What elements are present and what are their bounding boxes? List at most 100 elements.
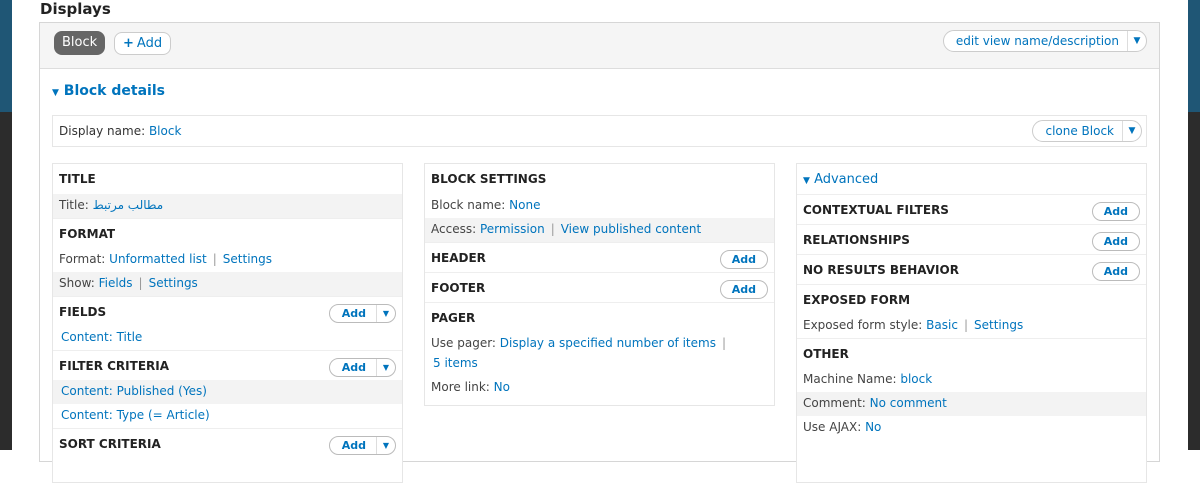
show-settings-link[interactable]: Settings — [149, 276, 198, 290]
section-fields: FIELDS Add ▼ — [53, 296, 402, 326]
field-item: Content: Title — [53, 326, 402, 350]
ajax-link[interactable]: No — [865, 420, 881, 434]
section-other: OTHER — [797, 338, 1146, 368]
fields-add-dropbutton[interactable]: Add ▼ — [328, 304, 396, 323]
section-relationships: RELATIONSHIPS Add — [797, 224, 1146, 254]
exposed-form-label: Exposed form style: — [803, 318, 923, 332]
caret-down-icon: ▼ — [52, 88, 59, 98]
column-block-settings: BLOCK SETTINGS Block name: None Access: … — [424, 163, 775, 406]
caret-down-icon: ▼ — [803, 176, 810, 186]
display-tabs-bar: Block + Add edit view name/description ▼ — [40, 23, 1159, 69]
filter-add-button[interactable]: Add — [330, 359, 377, 376]
displays-title: Displays — [40, 0, 111, 18]
block-name-row: Block name: None — [425, 194, 774, 218]
filter-add-dropbutton[interactable]: Add ▼ — [328, 358, 396, 377]
chevron-down-icon[interactable]: ▼ — [377, 363, 395, 372]
exposed-settings-link[interactable]: Settings — [974, 318, 1023, 332]
title-link[interactable]: مطالب مرتبط — [93, 198, 164, 212]
use-pager-link[interactable]: Display a specified number of items — [500, 336, 716, 350]
more-link-label: More link: — [431, 380, 490, 394]
contextual-heading: CONTEXTUAL FILTERS — [803, 203, 949, 217]
machine-name-row: Machine Name: block — [797, 368, 1146, 392]
use-pager-row: Use pager: Display a specified number of… — [431, 336, 727, 350]
exposed-form-link[interactable]: Basic — [926, 318, 958, 332]
sort-add-dropbutton[interactable]: Add ▼ — [328, 436, 396, 455]
block-name-label: Block name: — [431, 198, 506, 212]
footer-add-button[interactable]: Add — [719, 280, 768, 299]
header-heading: HEADER — [431, 251, 486, 265]
overlay-edge-right-dark — [1188, 112, 1200, 450]
advanced-toggle[interactable]: ▼ Advanced — [797, 164, 1146, 194]
display-name-link[interactable]: Block — [149, 124, 181, 138]
column-main: TITLE Title: مطالب مرتبط FORMAT Format: … — [52, 163, 403, 483]
machine-name-label: Machine Name: — [803, 372, 897, 386]
relationships-add-label[interactable]: Add — [1093, 233, 1139, 250]
advanced-label: Advanced — [814, 172, 879, 187]
display-name-label: Display name: — [59, 124, 146, 138]
comment-label: Comment: — [803, 396, 866, 410]
access-link[interactable]: Permission — [480, 222, 545, 236]
overlay-edge-right — [1188, 0, 1200, 112]
show-link[interactable]: Fields — [99, 276, 133, 290]
no-results-add-label[interactable]: Add — [1093, 263, 1139, 280]
section-format: FORMAT — [53, 218, 402, 248]
sort-add-button[interactable]: Add — [330, 437, 377, 454]
title-label: Title: — [59, 198, 89, 212]
column-advanced: ▼ Advanced CONTEXTUAL FILTERS Add RELATI… — [796, 163, 1147, 483]
relationships-heading: RELATIONSHIPS — [803, 233, 910, 247]
filter-heading: FILTER CRITERIA — [59, 359, 170, 373]
footer-heading: FOOTER — [431, 281, 486, 295]
relationships-add-button[interactable]: Add — [1091, 232, 1140, 251]
chevron-down-icon[interactable]: ▼ — [377, 309, 395, 318]
chevron-down-icon[interactable]: ▼ — [1123, 126, 1141, 136]
chevron-down-icon[interactable]: ▼ — [377, 441, 395, 450]
edit-view-label[interactable]: edit view name/description — [944, 31, 1128, 51]
block-details-label: Block details — [63, 83, 165, 99]
footer-add-label[interactable]: Add — [721, 281, 767, 298]
block-name-link[interactable]: None — [509, 198, 540, 212]
section-sort-criteria: SORT CRITERIA Add ▼ — [53, 428, 402, 458]
section-footer: FOOTER Add — [425, 272, 774, 302]
comment-link[interactable]: No comment — [870, 396, 947, 410]
pager-items-link[interactable]: 5 items — [433, 356, 478, 370]
pager-items-row: 5 items — [425, 356, 774, 376]
plus-icon: + — [123, 36, 134, 51]
no-results-add-button[interactable]: Add — [1091, 262, 1140, 281]
display-name-row: Display name: Block clone Block ▼ — [52, 115, 1147, 147]
add-display-button[interactable]: + Add — [114, 32, 172, 55]
ajax-row: Use AJAX: No — [797, 416, 1146, 440]
filter-item: Content: Published (Yes) — [53, 380, 402, 404]
show-row: Show: Fields | Settings — [53, 272, 402, 296]
header-add-button[interactable]: Add — [719, 250, 768, 269]
access-permission-link[interactable]: View published content — [561, 222, 701, 236]
filter-published-link[interactable]: Content: Published (Yes) — [61, 384, 207, 398]
show-label: Show: — [59, 276, 95, 290]
field-content-title-link[interactable]: Content: Title — [61, 330, 142, 344]
contextual-add-label[interactable]: Add — [1093, 203, 1139, 220]
section-block-settings: BLOCK SETTINGS — [431, 172, 547, 186]
machine-name-link[interactable]: block — [900, 372, 932, 386]
section-filter-criteria: FILTER CRITERIA Add ▼ — [53, 350, 402, 380]
filter-type-link[interactable]: Content: Type (= Article) — [61, 408, 210, 422]
format-settings-link[interactable]: Settings — [223, 252, 272, 266]
block-details-toggle[interactable]: ▼ Block details — [52, 83, 165, 99]
more-link-row: More link: No — [425, 376, 774, 400]
section-header: HEADER Add — [425, 242, 774, 272]
contextual-add-button[interactable]: Add — [1091, 202, 1140, 221]
views-edit-page: Displays Block + Add edit view name/descr… — [28, 0, 1172, 483]
title-row: Title: مطالب مرتبط — [53, 194, 402, 218]
comment-row: Comment: No comment — [797, 392, 1146, 416]
clone-block-label[interactable]: clone Block — [1033, 121, 1123, 141]
exposed-form-row: Exposed form style: Basic | Settings — [803, 318, 1024, 332]
tab-block[interactable]: Block — [54, 31, 106, 55]
ajax-label: Use AJAX: — [803, 420, 862, 434]
overlay-edge-left-dark — [0, 112, 12, 450]
format-link[interactable]: Unformatted list — [109, 252, 207, 266]
clone-display-dropbutton[interactable]: clone Block ▼ — [1032, 120, 1142, 142]
chevron-down-icon[interactable]: ▼ — [1128, 36, 1146, 46]
more-link-link[interactable]: No — [494, 380, 510, 394]
fields-add-button[interactable]: Add — [330, 305, 377, 322]
access-label: Access: — [431, 222, 477, 236]
header-add-label[interactable]: Add — [721, 251, 767, 268]
edit-view-dropbutton[interactable]: edit view name/description ▼ — [942, 30, 1147, 52]
